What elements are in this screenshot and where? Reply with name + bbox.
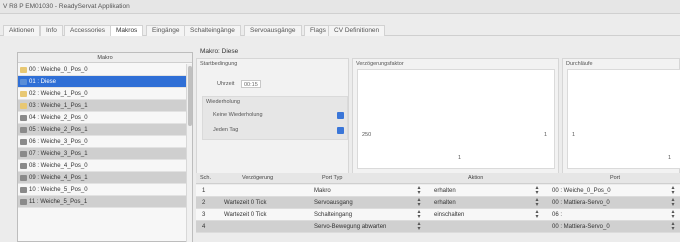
time-label: Uhrzeit — [217, 81, 235, 87]
list-item[interactable]: 10 : Weiche_5_Pos_0 — [18, 184, 186, 196]
folder-icon — [20, 67, 27, 73]
delay-factor-number: 1 — [544, 132, 548, 138]
macro-list-panel: Makro 00 : Weiche_0_Pos_0 01 : Diese 02 … — [17, 52, 193, 242]
doc-icon — [20, 127, 27, 133]
col-aktion: Aktion — [468, 175, 484, 181]
macro-editor: Makro: Diese Startbedingung Uhrzeit 00:1… — [196, 40, 680, 242]
tab-servoausgaenge[interactable]: Servoausgänge — [244, 25, 302, 36]
passes-header: Durchläufe — [566, 61, 593, 67]
window-title: V R8 P EM01030 - ReadyServat Applikation — [3, 3, 130, 10]
list-item[interactable]: 04 : Weiche_2_Pos_0 — [18, 112, 186, 124]
col-sch: Sch. — [200, 175, 212, 181]
folder-icon — [20, 103, 27, 109]
porttyp-stepper[interactable]: ▴ ▾ — [416, 197, 422, 208]
list-item[interactable]: 03 : Weiche_1_Pos_1 — [18, 100, 186, 112]
time-field[interactable]: 00:15 — [241, 80, 261, 88]
app-window: V R8 P EM01030 - ReadyServat Applikation… — [0, 0, 680, 242]
folder-icon — [20, 91, 27, 97]
port-stepper[interactable]: ▴ ▾ — [670, 185, 676, 196]
table-header: Sch. Verzögerung Port Typ Aktion Port — [196, 173, 680, 184]
passes-group: Durchläufe 1 1 — [562, 58, 680, 177]
table-row[interactable]: 4 Servo-Bewegung abwarten ▴ ▾ 00 : Mattie… — [196, 221, 680, 233]
delay-factor-group: Verzögerungsfaktor 250 1 1 — [352, 58, 559, 177]
delay-factor-panel: 250 1 1 — [357, 69, 555, 169]
tab-cv-definitionen[interactable]: CV Definitionen — [328, 25, 386, 36]
list-scrollbar[interactable] — [186, 64, 192, 242]
tab-info[interactable]: Info — [40, 25, 63, 36]
tab-schalteingaenge[interactable]: Schalteingänge — [184, 25, 241, 36]
repeat-option-daily[interactable]: Jeden Tag — [213, 127, 238, 133]
list-item[interactable]: 00 : Weiche_0_Pos_0 — [18, 64, 186, 76]
doc-icon — [20, 199, 27, 205]
titlebar: V R8 P EM01030 - ReadyServat Applikation — [0, 0, 680, 14]
port-stepper[interactable]: ▴ ▾ — [670, 197, 676, 208]
list-item[interactable]: 05 : Weiche_2_Pos_1 — [18, 124, 186, 136]
port-stepper[interactable]: ▴ ▾ — [670, 209, 676, 220]
passes-value: 1 — [572, 132, 576, 138]
repeat-daily-toggle[interactable] — [337, 127, 344, 134]
table-row[interactable]: 2 Wartezeit 0 Tick Servoausgang ▴ ▾ erhal… — [196, 197, 680, 209]
macro-list: 00 : Weiche_0_Pos_0 01 : Diese 02 : Weic… — [18, 64, 186, 208]
repeat-option-none[interactable]: Keine Wiederholung — [213, 112, 263, 118]
doc-icon — [20, 79, 27, 85]
port-stepper[interactable]: ▴ ▾ — [670, 221, 676, 232]
repeat-box: Wiederholung Keine Wiederholung Jeden Ta… — [202, 96, 348, 140]
passes-panel: 1 1 — [567, 69, 680, 169]
doc-icon — [20, 175, 27, 181]
porttyp-stepper[interactable]: ▴ ▾ — [416, 221, 422, 232]
list-item[interactable]: 08 : Weiche_4_Pos_0 — [18, 160, 186, 172]
tab-makros[interactable]: Makros — [110, 25, 144, 36]
tab-bar: Aktionen Info Accessories Makros Eingäng… — [0, 22, 680, 36]
aktion-stepper[interactable]: ▴ ▾ — [534, 197, 540, 208]
col-port: Port — [610, 175, 621, 181]
list-scrollbar-thumb[interactable] — [188, 66, 192, 126]
doc-icon — [20, 163, 27, 169]
porttyp-stepper[interactable]: ▴ ▾ — [416, 185, 422, 196]
delay-factor-scale: 1 — [458, 155, 462, 161]
table-row[interactable]: 1 Makro ▴ ▾ erhalten ▴ ▾ 00 : Weiche_0_Pos… — [196, 185, 680, 197]
aktion-stepper[interactable]: ▴ ▾ — [534, 185, 540, 196]
tab-aktionen[interactable]: Aktionen — [3, 25, 41, 36]
list-item[interactable]: 09 : Weiche_4_Pos_1 — [18, 172, 186, 184]
passes-scale: 1 — [668, 155, 672, 161]
repeat-header: Wiederholung — [206, 99, 240, 105]
repeat-none-toggle[interactable] — [337, 112, 344, 119]
macro-title: Makro: Diese — [200, 48, 239, 55]
list-item[interactable]: 06 : Weiche_3_Pos_0 — [18, 136, 186, 148]
col-delay: Verzögerung — [242, 175, 274, 181]
list-item-selected[interactable]: 01 : Diese — [18, 76, 186, 88]
list-item[interactable]: 11 : Weiche_5_Pos_1 — [18, 196, 186, 208]
macro-list-header: Makro — [18, 53, 192, 63]
delay-factor-value: 250 — [362, 132, 372, 138]
delay-factor-header: Verzögerungsfaktor — [356, 61, 404, 67]
porttyp-stepper[interactable]: ▴ ▾ — [416, 209, 422, 220]
doc-icon — [20, 115, 27, 121]
list-item[interactable]: 02 : Weiche_1_Pos_0 — [18, 88, 186, 100]
doc-icon — [20, 151, 27, 157]
table-row[interactable]: 3 Wartezeit 0 Tick Schalteingang ▴ ▾ eins… — [196, 209, 680, 221]
start-condition-group: Startbedingung Uhrzeit 00:15 Wiederholun… — [196, 58, 349, 177]
doc-icon — [20, 187, 27, 193]
list-item[interactable]: 07 : Weiche_3_Pos_1 — [18, 148, 186, 160]
aktion-stepper[interactable]: ▴ ▾ — [534, 209, 540, 220]
tab-eingaenge[interactable]: Eingänge — [146, 25, 186, 36]
col-porttyp: Port Typ — [322, 175, 343, 181]
doc-icon — [20, 139, 27, 145]
tab-accessories[interactable]: Accessories — [64, 25, 112, 36]
start-condition-header: Startbedingung — [200, 61, 238, 67]
